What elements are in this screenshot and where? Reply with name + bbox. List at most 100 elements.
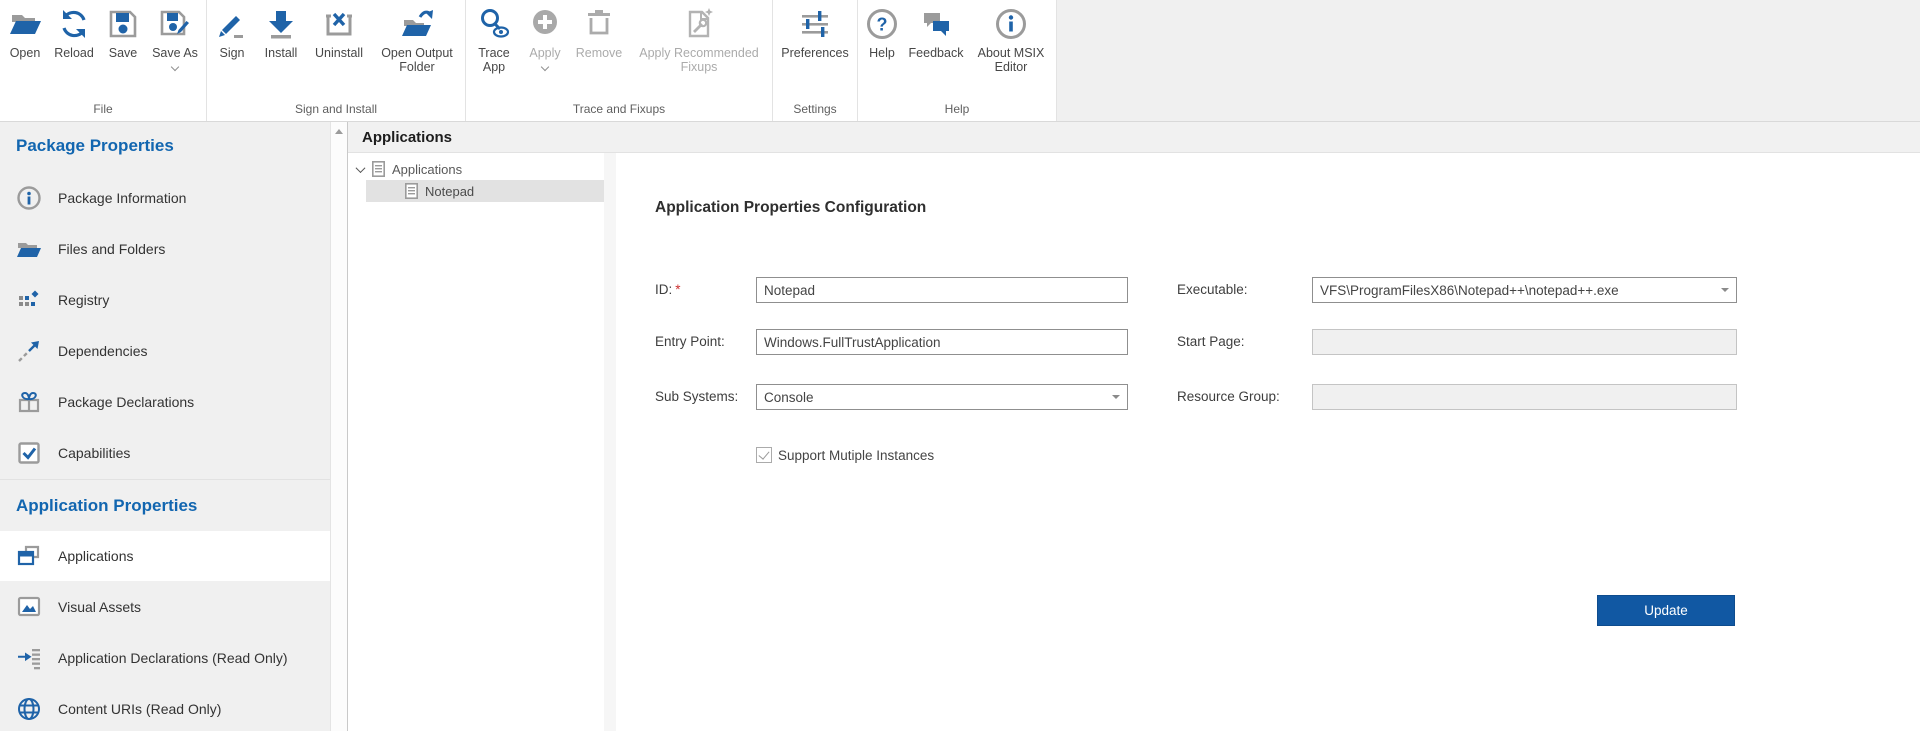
svg-text:?: ? bbox=[877, 15, 888, 35]
remove-trash-icon bbox=[582, 7, 616, 41]
about-msix-editor-button-label: About MSIX Editor bbox=[968, 46, 1054, 74]
ribbon-group-sign-and-install: Sign Install Uninstall bbox=[207, 0, 466, 121]
scrollbar-up-arrow-icon[interactable] bbox=[335, 129, 343, 134]
reload-button[interactable]: Reload bbox=[48, 0, 100, 60]
open-output-folder-button[interactable]: Open Output Folder bbox=[371, 0, 463, 74]
page-title: Applications bbox=[348, 122, 1920, 153]
sidebar-item-registry[interactable]: Registry bbox=[0, 274, 330, 325]
applications-windows-icon bbox=[16, 543, 42, 569]
update-button[interactable]: Update bbox=[1597, 595, 1735, 626]
entry-point-input[interactable] bbox=[756, 329, 1128, 355]
navigation-sidebar: Package Properties Package Information F… bbox=[0, 122, 330, 731]
sidebar-item-label: Content URIs (Read Only) bbox=[58, 701, 221, 717]
executable-field-label: Executable: bbox=[1177, 277, 1248, 303]
sidebar-item-application-declarations[interactable]: Application Declarations (Read Only) bbox=[0, 632, 330, 683]
apply-dropdown-chevron-icon bbox=[541, 63, 549, 71]
ribbon-empty-area bbox=[1057, 0, 1920, 121]
ribbon-group-label-help: Help bbox=[860, 100, 1054, 121]
sidebar-item-capabilities[interactable]: Capabilities bbox=[0, 427, 330, 478]
sidebar-item-label: Registry bbox=[58, 292, 109, 308]
reload-button-label: Reload bbox=[54, 46, 94, 60]
preferences-button[interactable]: Preferences bbox=[775, 0, 855, 60]
preferences-sliders-icon bbox=[798, 7, 832, 41]
tree-node-applications[interactable]: Applications bbox=[348, 158, 604, 180]
dropdown-arrow-icon bbox=[1112, 395, 1120, 399]
support-multiple-instances-checkbox bbox=[756, 447, 772, 463]
sidebar-item-label: Package Declarations bbox=[58, 394, 194, 410]
registry-icon bbox=[16, 287, 42, 313]
start-page-input-disabled bbox=[1312, 329, 1737, 355]
feedback-button-label: Feedback bbox=[909, 46, 964, 60]
fixups-document-wrench-icon bbox=[682, 7, 716, 41]
capabilities-checkbox-icon bbox=[16, 440, 42, 466]
about-info-icon bbox=[994, 7, 1028, 41]
save-as-button[interactable]: Save As bbox=[146, 0, 204, 70]
tree-document-icon bbox=[372, 161, 385, 177]
visual-assets-image-icon bbox=[16, 594, 42, 620]
save-as-button-label: Save As bbox=[152, 46, 198, 60]
resource-group-input-disabled bbox=[1312, 384, 1737, 410]
tree-form-splitter[interactable] bbox=[604, 153, 616, 731]
id-field-label: ID:* bbox=[655, 277, 681, 303]
save-icon bbox=[106, 7, 140, 41]
sidebar-scrollbar[interactable] bbox=[330, 122, 347, 731]
msix-editor-window: Open Reload Save bbox=[0, 0, 1920, 731]
ribbon-group-label-sign-and-install: Sign and Install bbox=[209, 100, 463, 121]
sidebar-item-label: Capabilities bbox=[58, 445, 130, 461]
sidebar-item-package-information[interactable]: Package Information bbox=[0, 172, 330, 223]
install-arrow-icon bbox=[264, 7, 298, 41]
required-asterisk: * bbox=[675, 282, 680, 297]
support-multiple-instances-label: Support Mutiple Instances bbox=[778, 448, 934, 463]
sidebar-item-label: Dependencies bbox=[58, 343, 148, 359]
open-folder-icon bbox=[8, 7, 42, 41]
save-as-dropdown-chevron-icon[interactable] bbox=[171, 63, 179, 71]
sidebar-item-visual-assets[interactable]: Visual Assets bbox=[0, 581, 330, 632]
sign-button[interactable]: Sign bbox=[209, 0, 255, 60]
tree-node-label: Applications bbox=[392, 162, 462, 177]
sub-systems-field-label: Sub Systems: bbox=[655, 384, 738, 410]
apply-button: Apply bbox=[520, 0, 570, 70]
sidebar-divider bbox=[0, 479, 330, 480]
sidebar-item-package-declarations[interactable]: Package Declarations bbox=[0, 376, 330, 427]
save-button[interactable]: Save bbox=[100, 0, 146, 60]
sidebar-item-files-and-folders[interactable]: Files and Folders bbox=[0, 223, 330, 274]
content-uris-globe-icon bbox=[16, 696, 42, 722]
tree-node-label: Notepad bbox=[425, 184, 474, 199]
help-button-label: Help bbox=[869, 46, 895, 60]
package-declarations-gift-icon bbox=[16, 389, 42, 415]
sidebar-item-dependencies[interactable]: Dependencies bbox=[0, 325, 330, 376]
executable-dropdown-value: VFS\ProgramFilesX86\Notepad++\notepad++.… bbox=[1320, 283, 1619, 298]
dependencies-arrow-icon bbox=[16, 338, 42, 364]
uninstall-button[interactable]: Uninstall bbox=[307, 0, 371, 60]
sign-pencil-icon bbox=[215, 7, 249, 41]
sidebar-item-label: Application Declarations (Read Only) bbox=[58, 650, 288, 666]
uninstall-button-label: Uninstall bbox=[315, 46, 363, 60]
install-button-label: Install bbox=[265, 46, 298, 60]
feedback-chat-icon bbox=[919, 7, 953, 41]
tree-node-notepad-selected[interactable]: Notepad bbox=[366, 180, 604, 202]
open-button[interactable]: Open bbox=[2, 0, 48, 60]
sub-systems-dropdown[interactable]: Console bbox=[756, 384, 1128, 410]
open-output-folder-button-label: Open Output Folder bbox=[371, 46, 463, 74]
feedback-button[interactable]: Feedback bbox=[904, 0, 968, 60]
ribbon-group-help: ? Help Feedback About MSIX Editor bbox=[858, 0, 1057, 121]
chevron-down-icon[interactable] bbox=[356, 163, 366, 173]
sidebar-item-content-uris[interactable]: Content URIs (Read Only) bbox=[0, 683, 330, 731]
ribbon-group-settings: Preferences Settings bbox=[773, 0, 858, 121]
help-button[interactable]: ? Help bbox=[860, 0, 904, 60]
ribbon-group-file: Open Reload Save bbox=[0, 0, 207, 121]
about-msix-editor-button[interactable]: About MSIX Editor bbox=[968, 0, 1054, 74]
install-button[interactable]: Install bbox=[255, 0, 307, 60]
apply-recommended-fixups-button: Apply Recommended Fixups bbox=[628, 0, 770, 74]
id-input[interactable] bbox=[756, 277, 1128, 303]
sidebar-item-applications[interactable]: Applications bbox=[0, 531, 330, 581]
trace-app-button[interactable]: Trace App bbox=[468, 0, 520, 74]
save-button-label: Save bbox=[109, 46, 138, 60]
sidebar-item-label: Visual Assets bbox=[58, 599, 141, 615]
executable-dropdown[interactable]: VFS\ProgramFilesX86\Notepad++\notepad++.… bbox=[1312, 277, 1737, 303]
sidebar-item-label: Files and Folders bbox=[58, 241, 165, 257]
trace-app-magnifier-icon bbox=[477, 7, 511, 41]
package-information-info-icon bbox=[16, 185, 42, 211]
entry-point-field-label: Entry Point: bbox=[655, 329, 725, 355]
save-as-icon bbox=[158, 7, 192, 41]
